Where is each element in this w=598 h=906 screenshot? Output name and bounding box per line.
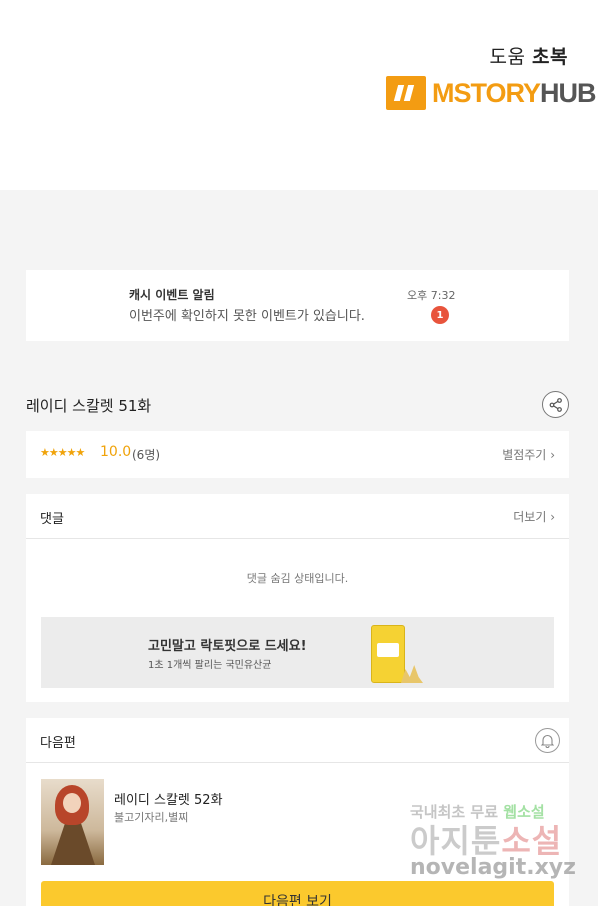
comments-header: 댓글 더보기 ›	[26, 494, 569, 539]
episode-title: 레이디 스칼렛 51화	[26, 397, 152, 415]
notification-message: 이번주에 확인하지 못한 이벤트가 있습니다.	[129, 309, 365, 324]
rating-card: ★★★★★ 10.0 (6명) 별점주기 ›	[26, 431, 569, 478]
help-text: 도움	[489, 46, 526, 68]
ad-product-image	[371, 625, 405, 683]
comments-hidden-message: 댓글 숨김 상태입니다.	[246, 572, 349, 585]
chevron-right-icon: ›	[550, 510, 555, 524]
rate-button[interactable]: 별점주기 ›	[502, 446, 555, 463]
rating-stars: ★★★★★	[40, 446, 85, 459]
help-thanks-text: 도움 초복	[490, 42, 568, 69]
rating-score: 10.0	[100, 444, 132, 460]
thanks-text: 초복	[532, 46, 568, 68]
ad-subtitle: 1초 1개씩 팔리는 국민유산균	[148, 660, 272, 671]
next-episode-section: 다음편 레이디 스칼렛 52화 불고기자리,별찌 다음편 보기	[26, 718, 569, 906]
header: 도움 초복 MSTORYHUB	[0, 0, 598, 190]
comments-more-link[interactable]: 더보기 ›	[513, 508, 555, 525]
notification-time: 오후 7:32	[407, 289, 456, 302]
comments-title: 댓글	[40, 512, 64, 527]
cash-event-notification[interactable]: 캐시 이벤트 알림 이번주에 확인하지 못한 이벤트가 있습니다. 오후 7:3…	[26, 270, 569, 341]
logo-mark-icon	[386, 76, 426, 110]
logo-text: MSTORYHUB	[432, 77, 597, 108]
chevron-right-icon: ›	[550, 448, 555, 462]
next-episode-thumbnail[interactable]	[41, 779, 104, 865]
comments-section: 댓글 더보기 › 댓글 숨김 상태입니다. 고민말고 락토핏으로 드세요! 1초…	[26, 494, 569, 702]
next-episode-header: 다음편	[26, 718, 569, 763]
notify-bell-button[interactable]	[535, 728, 560, 753]
notification-badge: 1	[431, 306, 449, 324]
next-episode-author: 불고기자리,별찌	[114, 811, 189, 824]
next-episode-title[interactable]: 레이디 스칼렛 52화	[114, 789, 223, 808]
share-button[interactable]	[542, 391, 569, 418]
ad-title: 고민말고 락토핏으로 드세요!	[148, 639, 307, 654]
bell-icon	[541, 734, 554, 748]
share-icon	[549, 397, 562, 412]
next-episode-button[interactable]: 다음편 보기	[41, 881, 554, 906]
notification-title: 캐시 이벤트 알림	[129, 288, 215, 302]
rating-count: (6명)	[132, 448, 161, 462]
next-episode-section-title: 다음편	[40, 736, 76, 751]
ad-banner[interactable]: 고민말고 락토핏으로 드세요! 1초 1개씩 팔리는 국민유산균	[41, 617, 554, 688]
mstoryhub-logo[interactable]: MSTORYHUB	[386, 76, 597, 110]
